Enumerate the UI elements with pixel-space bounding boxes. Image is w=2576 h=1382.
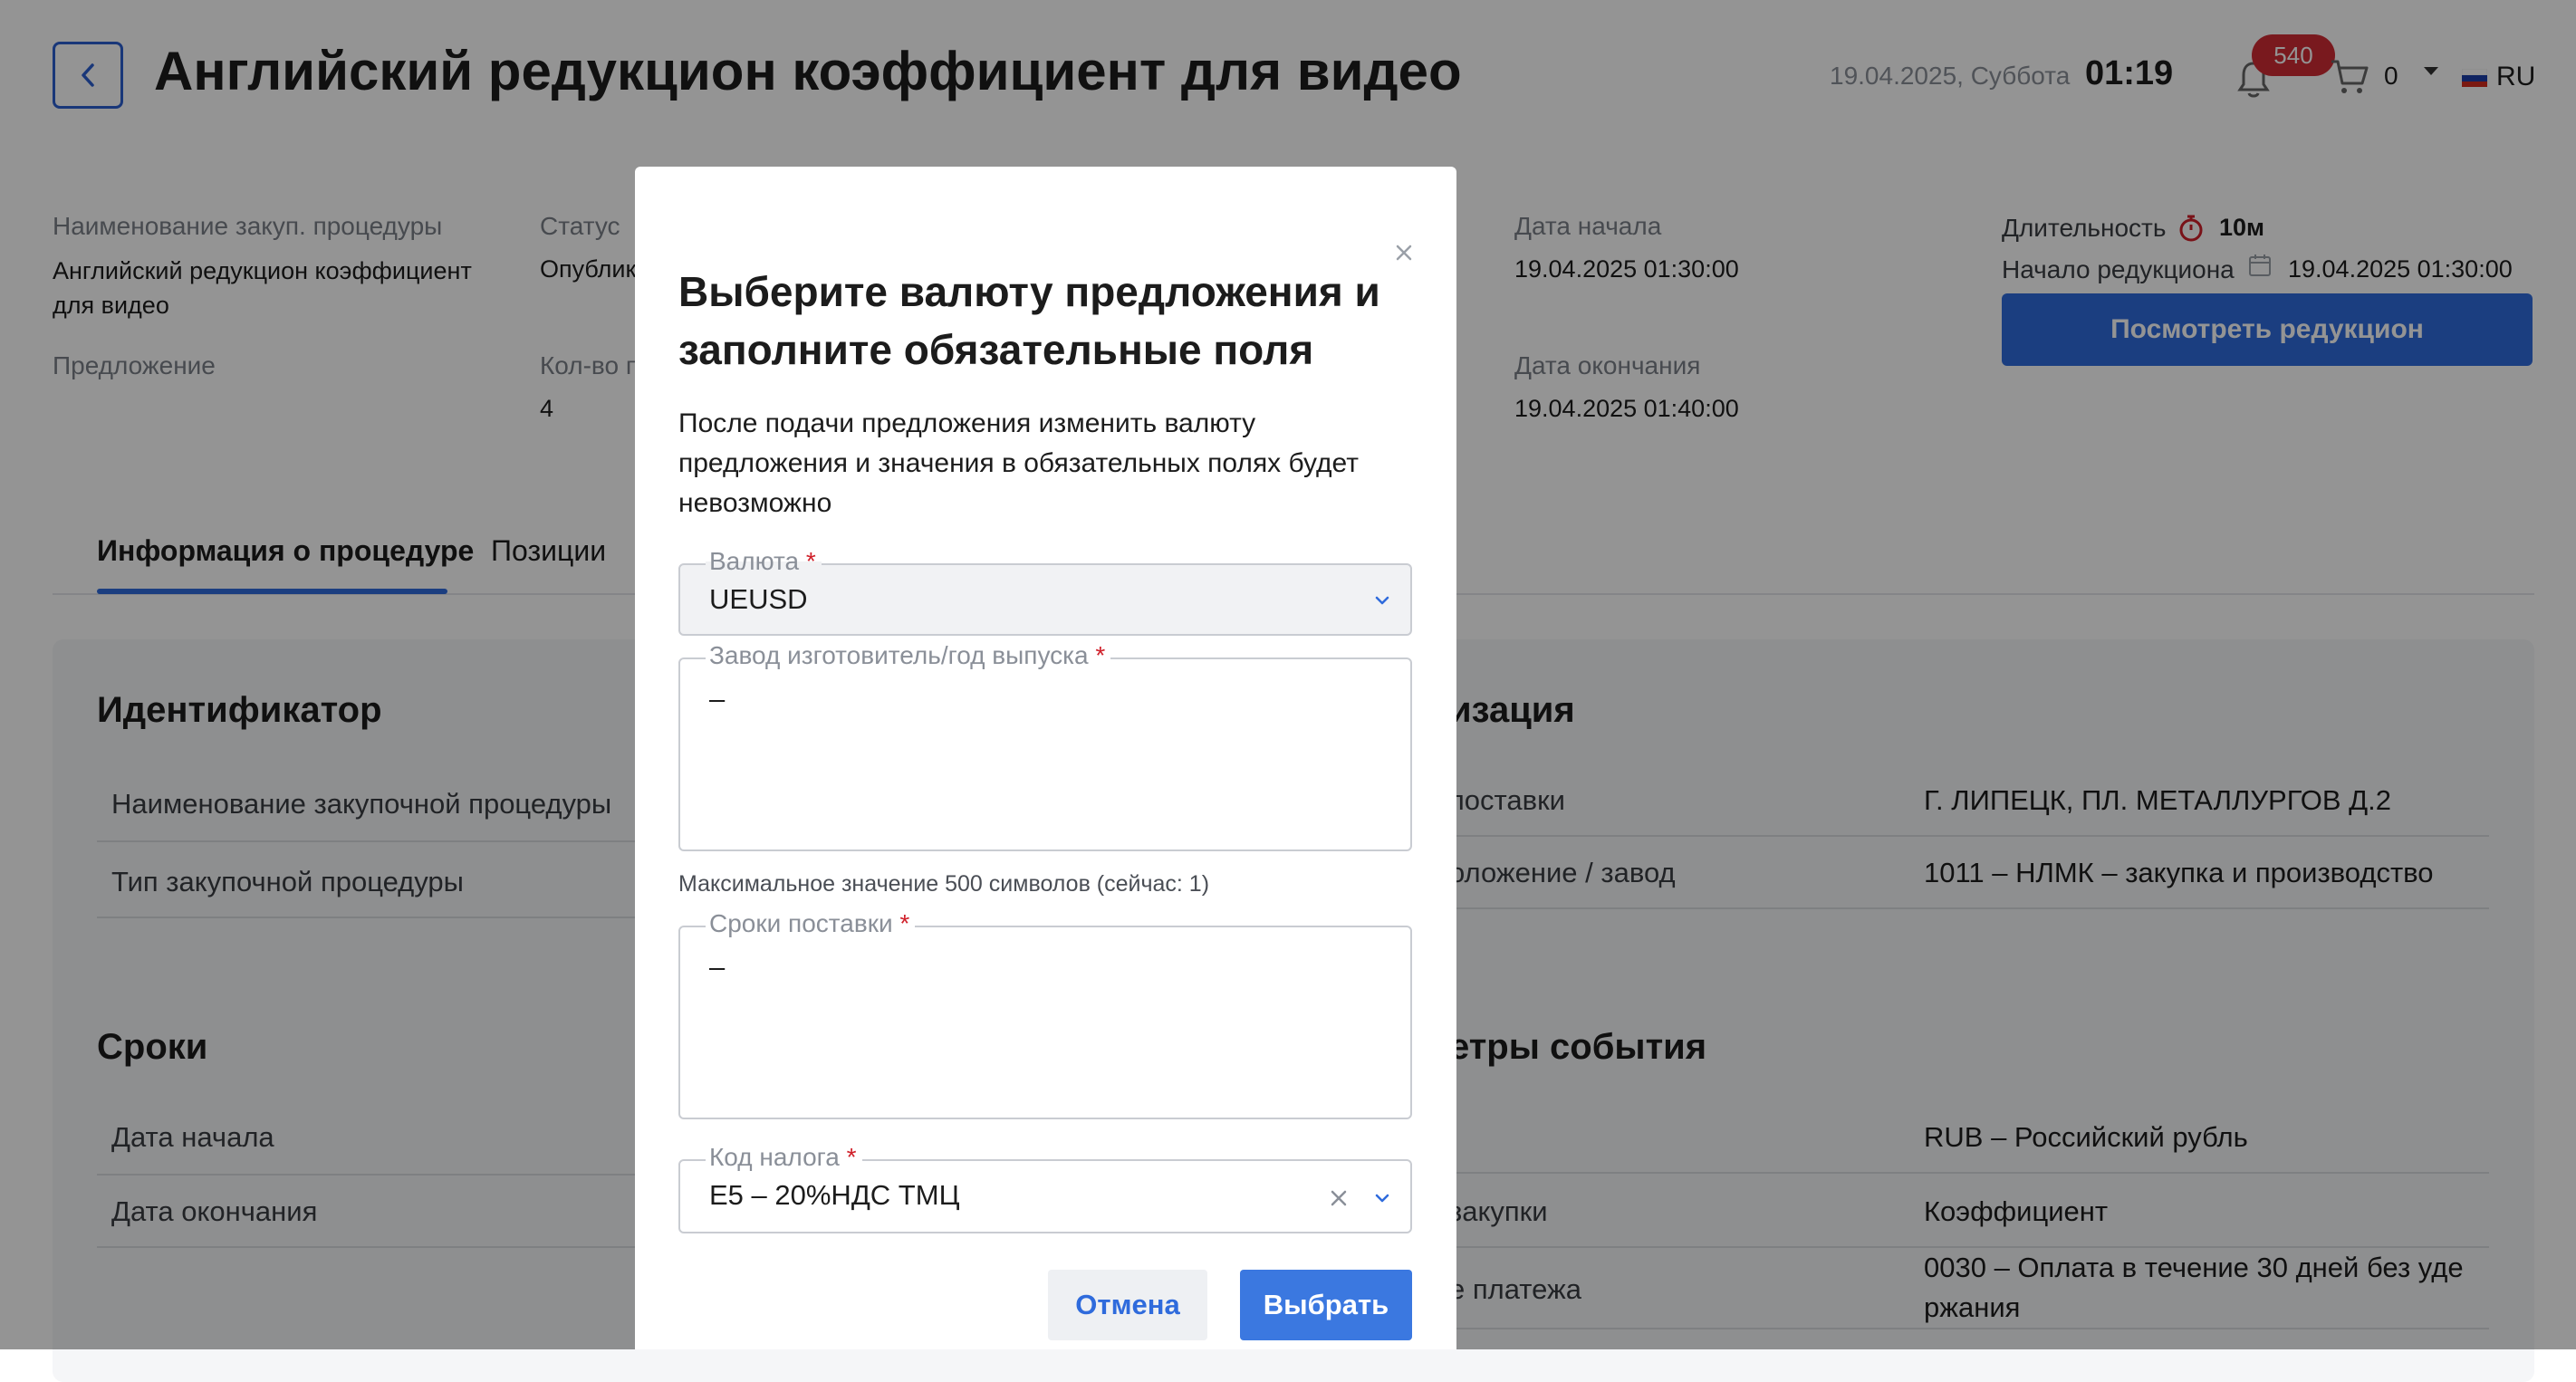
chevron-down-icon[interactable] xyxy=(1374,1190,1390,1206)
delivery-terms-textarea[interactable]: Сроки поставки * – xyxy=(678,909,1412,1119)
tax-select-value: E5 – 20%НДС ТМЦ xyxy=(709,1179,960,1211)
manufacturer-textarea[interactable]: Завод изготовитель/год выпуска * – xyxy=(678,641,1412,851)
modal-title: Выберите валюту предложения и заполните … xyxy=(678,268,1380,373)
tax-field-label: Код налога * xyxy=(706,1143,862,1172)
manufacturer-textarea-value: – xyxy=(709,683,726,715)
tax-code-select[interactable]: Код налога * E5 – 20%НДС ТМЦ xyxy=(678,1143,1412,1233)
delivery-field-label: Сроки поставки * xyxy=(706,909,916,938)
currency-select[interactable]: Валюта * UEUSD xyxy=(678,547,1412,636)
select-button[interactable]: Выбрать xyxy=(1240,1270,1412,1340)
modal-description: После подачи предложения изменить валюту… xyxy=(678,408,1359,518)
chevron-down-icon[interactable] xyxy=(1374,592,1390,609)
delivery-textarea-value: – xyxy=(709,951,726,983)
clear-icon[interactable] xyxy=(1329,1188,1349,1208)
currency-modal: Выберите валюту предложения и заполните … xyxy=(635,167,1456,1349)
manufacturer-hint: Максимальное значение 500 символов (сейч… xyxy=(678,871,1210,897)
cancel-button[interactable]: Отмена xyxy=(1048,1270,1207,1340)
currency-field-label: Валюта * xyxy=(706,547,822,576)
manufacturer-field-label: Завод изготовитель/год выпуска * xyxy=(706,641,1111,670)
currency-select-value: UEUSD xyxy=(709,583,808,615)
